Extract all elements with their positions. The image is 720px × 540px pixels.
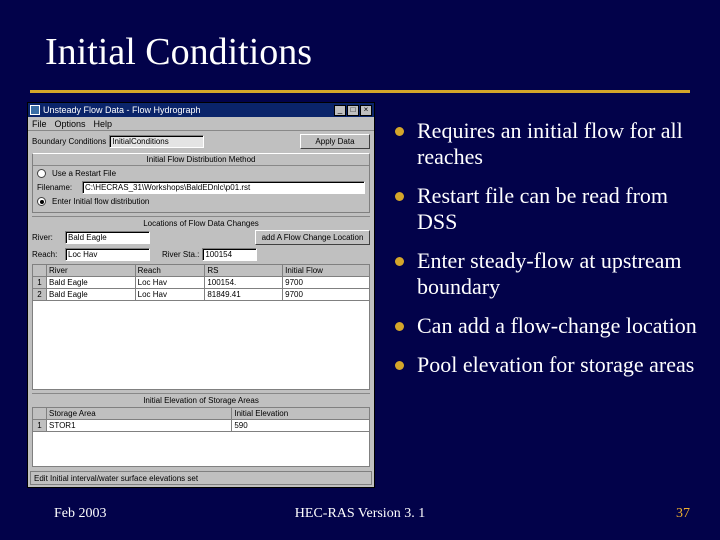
maximize-button[interactable]: □ <box>347 105 359 116</box>
col-rs: RS <box>205 265 283 277</box>
menu-file[interactable]: File <box>32 119 47 129</box>
flow-distribution-group-label: Initial Flow Distribution Method <box>33 154 369 166</box>
window-titlebar: Unsteady Flow Data - Flow Hydrograph _ □… <box>28 103 374 117</box>
flow-locations-table[interactable]: River Reach RS Initial Flow 1 Bald Eagle… <box>32 264 370 301</box>
cell[interactable]: Bald Eagle <box>47 289 136 301</box>
footer-center: HEC-RAS Version 3. 1 <box>0 506 720 522</box>
title-underline <box>30 90 690 93</box>
col-river: River <box>47 265 136 277</box>
cell[interactable]: Loc Hav <box>135 277 205 289</box>
cell[interactable]: 81849.41 <box>205 289 283 301</box>
cell: 1 <box>33 277 47 289</box>
client-area: Boundary Conditions InitialConditions Ap… <box>28 131 374 471</box>
app-icon <box>30 105 40 115</box>
boundary-conditions-field[interactable]: InitialConditions <box>109 135 204 148</box>
bullet-list: Requires an initial flow for all reaches… <box>395 118 705 391</box>
river-select[interactable]: Bald Eagle <box>65 231 150 244</box>
storage-panel-title: Initial Elevation of Storage Areas <box>32 396 370 405</box>
col-initial-elevation: Initial Elevation <box>232 408 370 420</box>
flow-distribution-group: Initial Flow Distribution Method Use a R… <box>32 153 370 213</box>
cell[interactable]: STOR1 <box>47 420 232 432</box>
slide-title: Initial Conditions <box>45 30 312 74</box>
filename-label: Filename: <box>37 183 79 192</box>
use-restart-label: Use a Restart File <box>52 169 116 178</box>
status-text: Edit Initial interval/water surface elev… <box>34 474 198 483</box>
cell[interactable]: 9700 <box>283 277 370 289</box>
app-window: Unsteady Flow Data - Flow Hydrograph _ □… <box>27 102 375 488</box>
cell[interactable]: 100154. <box>205 277 283 289</box>
minimize-button[interactable]: _ <box>334 105 346 116</box>
reach-label: Reach: <box>32 250 62 259</box>
cell[interactable]: 9700 <box>283 289 370 301</box>
table-row[interactable]: 2 Bald Eagle Loc Hav 81849.41 9700 <box>33 289 370 301</box>
cell: 2 <box>33 289 47 301</box>
list-item: Enter steady-flow at upstream boundary <box>395 248 705 300</box>
reach-select[interactable]: Loc Hav <box>65 248 150 261</box>
river-sta-select[interactable]: 100154 <box>202 248 257 261</box>
close-button[interactable]: × <box>360 105 372 116</box>
statusbar: Edit Initial interval/water surface elev… <box>30 471 372 485</box>
cell[interactable]: Loc Hav <box>135 289 205 301</box>
enter-initial-flow-radio[interactable] <box>37 197 46 206</box>
col-rownum2 <box>33 408 47 420</box>
table-row[interactable]: 1 STOR1 590 <box>33 420 370 432</box>
flow-change-panel-title: Locations of Flow Data Changes <box>32 219 370 228</box>
col-reach: Reach <box>135 265 205 277</box>
cell[interactable]: 590 <box>232 420 370 432</box>
list-item: Pool elevation for storage areas <box>395 352 705 378</box>
col-rownum <box>33 265 47 277</box>
menu-help[interactable]: Help <box>94 119 113 129</box>
col-initialflow: Initial Flow <box>283 265 370 277</box>
enter-initial-flow-label: Enter Initial flow distribution <box>52 197 149 206</box>
flow-locations-empty-area <box>32 300 370 390</box>
river-label: River: <box>32 233 62 242</box>
add-flow-change-button[interactable]: add A Flow Change Location <box>255 230 370 245</box>
menubar: File Options Help <box>28 117 374 131</box>
boundary-conditions-label: Boundary Conditions <box>32 137 106 146</box>
list-item: Restart file can be read from DSS <box>395 183 705 235</box>
list-item: Requires an initial flow for all reaches <box>395 118 705 170</box>
storage-empty-area <box>32 431 370 467</box>
apply-data-button[interactable]: Apply Data <box>300 134 370 149</box>
cell[interactable]: Bald Eagle <box>47 277 136 289</box>
storage-areas-table[interactable]: Storage Area Initial Elevation 1 STOR1 5… <box>32 407 370 432</box>
col-storage-area: Storage Area <box>47 408 232 420</box>
footer-page-number: 37 <box>676 506 690 522</box>
river-sta-label: River Sta.: <box>162 250 199 259</box>
window-title: Unsteady Flow Data - Flow Hydrograph <box>43 105 334 115</box>
filename-input[interactable]: C:\HECRAS_31\Workshops\BaldEDnlc\p01.rst <box>82 181 365 194</box>
menu-options[interactable]: Options <box>55 119 86 129</box>
list-item: Can add a flow-change location <box>395 313 705 339</box>
cell: 1 <box>33 420 47 432</box>
table-row[interactable]: 1 Bald Eagle Loc Hav 100154. 9700 <box>33 277 370 289</box>
use-restart-radio[interactable] <box>37 169 46 178</box>
